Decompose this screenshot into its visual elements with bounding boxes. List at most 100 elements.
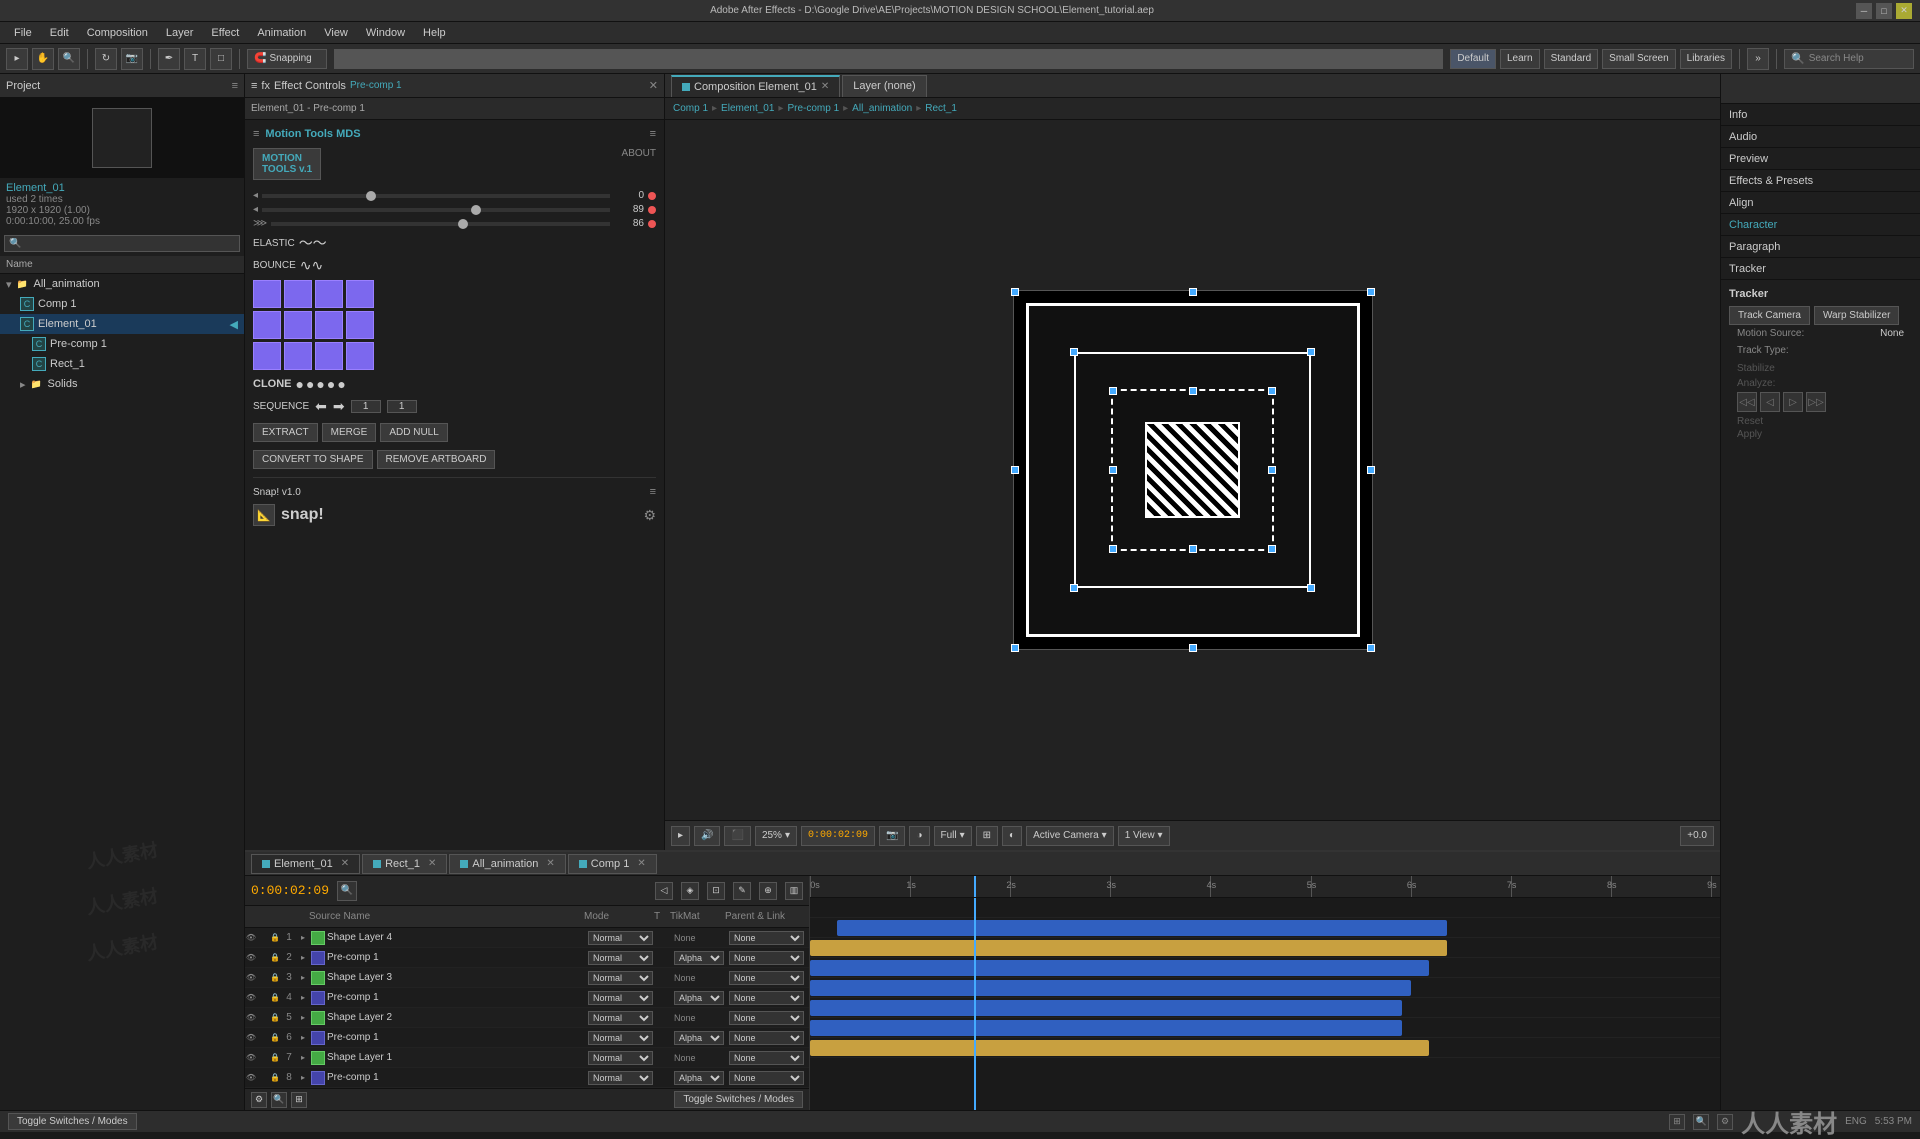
tl-bottom-icon-3[interactable]: ⊞ bbox=[291, 1092, 307, 1108]
layer-mode[interactable]: Normal bbox=[588, 991, 658, 1005]
hand-tool[interactable]: ✋ bbox=[32, 48, 54, 70]
mid-sel-bl[interactable] bbox=[1070, 584, 1078, 592]
layer-expand-btn[interactable]: ▸ bbox=[297, 1032, 309, 1044]
layer-expand-btn[interactable]: ▸ bbox=[297, 1072, 309, 1084]
panel-menu-icon[interactable]: ≡ bbox=[253, 128, 259, 140]
parent-select[interactable]: None bbox=[729, 951, 804, 965]
seq-icon-left[interactable]: ⬅ bbox=[315, 398, 327, 415]
project-search-input[interactable] bbox=[4, 235, 240, 252]
sel-handle-bc[interactable] bbox=[1189, 545, 1197, 553]
text-tool[interactable]: T bbox=[184, 48, 206, 70]
layer-mode-select[interactable]: Normal bbox=[588, 991, 653, 1005]
comp-zoom[interactable]: 25% ▾ bbox=[755, 826, 797, 846]
layer-lock-btn[interactable]: 🔒 bbox=[269, 932, 281, 944]
track-bar-8[interactable] bbox=[810, 1040, 1429, 1056]
layer-name[interactable]: Pre-comp 1 bbox=[327, 1032, 588, 1043]
layer-expand-btn[interactable]: ▸ bbox=[297, 1012, 309, 1024]
panel-paragraph[interactable]: Paragraph bbox=[1721, 236, 1920, 258]
pen-tool[interactable]: ✒ bbox=[158, 48, 180, 70]
comp-preview-controls[interactable]: ▸ bbox=[671, 826, 690, 846]
tikmat-none[interactable]: None bbox=[674, 1053, 696, 1063]
tl-tool-4[interactable]: ✎ bbox=[733, 882, 751, 900]
parent-select[interactable]: None bbox=[729, 1051, 804, 1065]
grid-btn-10[interactable] bbox=[284, 342, 312, 370]
comp-quality[interactable]: Full ▾ bbox=[934, 826, 972, 846]
layer-vis-btn[interactable]: 👁 bbox=[245, 1052, 257, 1064]
panel-preview[interactable]: Preview bbox=[1721, 148, 1920, 170]
layer-lock-btn[interactable]: 🔒 bbox=[269, 972, 281, 984]
toggle-label[interactable]: Toggle Switches / Modes bbox=[8, 1113, 137, 1130]
panel-effects-presets[interactable]: Effects & Presets bbox=[1721, 170, 1920, 192]
canvas-sel-br[interactable] bbox=[1367, 644, 1375, 652]
layer-lock-btn[interactable]: 🔒 bbox=[269, 1072, 281, 1084]
comp-frame-controls[interactable]: ⬛ bbox=[724, 826, 750, 846]
menu-layer[interactable]: Layer bbox=[158, 25, 202, 41]
bottom-icon-1[interactable]: ⊞ bbox=[1669, 1114, 1685, 1130]
comp-grid[interactable]: ⊞ bbox=[976, 826, 998, 846]
add-null-button[interactable]: ADD NULL bbox=[380, 423, 447, 442]
workspace-default[interactable]: Default bbox=[1450, 49, 1496, 69]
tl-tool-2[interactable]: ◈ bbox=[681, 882, 699, 900]
layer-parent[interactable]: None bbox=[729, 971, 809, 985]
elastic-wave-icon[interactable]: 〜〜 bbox=[299, 233, 327, 253]
project-panel-menu[interactable]: ≡ bbox=[232, 80, 238, 92]
panel-menu-dots[interactable]: ≡ bbox=[650, 128, 656, 140]
composition-canvas-area[interactable]: www.rrcg.cnwww.rrcg.cn 人人素材人人素材 www.rrcg… bbox=[665, 120, 1720, 820]
grid-btn-12[interactable] bbox=[346, 342, 374, 370]
track-camera-button[interactable]: Track Camera bbox=[1729, 306, 1810, 325]
menu-file[interactable]: File bbox=[6, 25, 40, 41]
parent-select[interactable]: None bbox=[729, 1011, 804, 1025]
comp-bg[interactable]: ◑ bbox=[909, 826, 929, 846]
layer-mode[interactable]: Normal bbox=[588, 1051, 658, 1065]
layer-parent[interactable]: None bbox=[729, 951, 809, 965]
grid-btn-7[interactable] bbox=[315, 311, 343, 339]
layer-lock-btn[interactable]: 🔒 bbox=[269, 1012, 281, 1024]
sel-handle-tr[interactable] bbox=[1268, 387, 1276, 395]
layer-vis-btn[interactable]: 👁 bbox=[245, 932, 257, 944]
track-bar-3[interactable] bbox=[810, 940, 1447, 956]
panel-character[interactable]: Character bbox=[1721, 214, 1920, 236]
canvas-sel-bc[interactable] bbox=[1189, 644, 1197, 652]
layer-expand-btn[interactable]: ▸ bbox=[297, 992, 309, 1004]
timeline-tab-rect1[interactable]: Rect_1 ✕ bbox=[362, 854, 447, 874]
menu-composition[interactable]: Composition bbox=[79, 25, 156, 41]
shape-tool[interactable]: □ bbox=[210, 48, 232, 70]
tikmat-select[interactable]: Alpha bbox=[674, 1071, 724, 1085]
layer-mode[interactable]: Normal bbox=[588, 1071, 658, 1085]
layer-mode-select[interactable]: Normal bbox=[588, 931, 653, 945]
tikmat-select[interactable]: Alpha bbox=[674, 1031, 724, 1045]
slider-track[interactable] bbox=[262, 194, 610, 198]
parent-select[interactable]: None bbox=[729, 931, 804, 945]
layer-mode-select[interactable]: Normal bbox=[588, 951, 653, 965]
layer-name[interactable]: Shape Layer 3 bbox=[327, 972, 588, 983]
layer-name[interactable]: Shape Layer 1 bbox=[327, 1052, 588, 1063]
timeline-tab-allanimation[interactable]: All_animation ✕ bbox=[449, 854, 565, 874]
comp-tab-layer[interactable]: Layer (none) bbox=[842, 75, 926, 97]
track-area[interactable] bbox=[810, 898, 1720, 1110]
tikmat-none[interactable]: None bbox=[674, 973, 696, 983]
sel-handle-lc[interactable] bbox=[1109, 466, 1117, 474]
parent-select[interactable]: None bbox=[729, 971, 804, 985]
composition-canvas[interactable] bbox=[1013, 290, 1373, 650]
layer-parent[interactable]: None bbox=[729, 991, 809, 1005]
snapping-toggle[interactable]: 🧲 Snapping bbox=[247, 49, 327, 69]
track-bar-6[interactable] bbox=[810, 1000, 1402, 1016]
sel-handle-br[interactable] bbox=[1268, 545, 1276, 553]
layer-lock-btn[interactable]: 🔒 bbox=[269, 1052, 281, 1064]
layer-name[interactable]: Shape Layer 2 bbox=[327, 1012, 588, 1023]
breadcrumb-allanimation[interactable]: All_animation bbox=[852, 103, 912, 114]
grid-btn-4[interactable] bbox=[346, 280, 374, 308]
minimize-button[interactable]: ─ bbox=[1856, 3, 1872, 19]
rotate-tool[interactable]: ↻ bbox=[95, 48, 117, 70]
track-bar-7[interactable] bbox=[810, 1020, 1402, 1036]
slider-track[interactable] bbox=[271, 222, 610, 226]
tab-close[interactable]: ✕ bbox=[341, 858, 349, 869]
camera-tool[interactable]: 📷 bbox=[121, 48, 143, 70]
snap-menu-icon[interactable]: ≡ bbox=[650, 486, 656, 498]
layer-audio-btn[interactable] bbox=[257, 1032, 269, 1044]
grid-btn-11[interactable] bbox=[315, 342, 343, 370]
sel-handle-bl[interactable] bbox=[1109, 545, 1117, 553]
canvas-sel-lc[interactable] bbox=[1011, 466, 1019, 474]
layer-vis-btn[interactable]: 👁 bbox=[245, 1072, 257, 1084]
layer-mode[interactable]: Normal bbox=[588, 1011, 658, 1025]
